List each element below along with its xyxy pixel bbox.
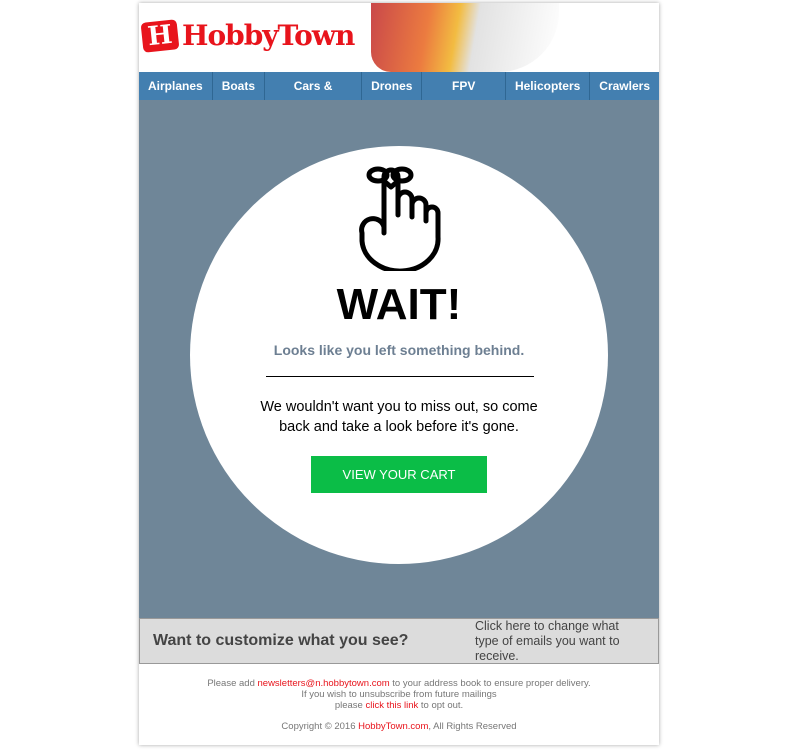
customize-link[interactable]: Click here to change what type of emails…: [475, 619, 645, 664]
category-nav: Airplanes Boats Cars & Trucks Drones FPV…: [139, 72, 659, 121]
rc-truck-image: [371, 3, 559, 72]
copyright-text: , All Rights Reserved: [428, 721, 517, 732]
customize-question: Want to customize what you see?: [153, 632, 409, 649]
nav-helicopters[interactable]: Helicopters: [506, 72, 591, 100]
nav-airplanes[interactable]: Airplanes: [139, 72, 213, 100]
finger-string-reminder-icon: [359, 166, 441, 271]
nav-boats[interactable]: Boats: [213, 72, 266, 100]
nav-cars-trucks[interactable]: Cars & Trucks: [265, 72, 363, 121]
body-line-1: We wouldn't want you to miss out, so com…: [260, 399, 538, 415]
footer-text: to your address book to ensure proper de…: [389, 678, 591, 689]
subtitle: Looks like you left something behind.: [273, 342, 525, 358]
email-link[interactable]: newsletters@n.hobbytown.com: [258, 678, 390, 689]
copyright-text: Copyright © 2016: [281, 721, 359, 732]
wait-heading: WAIT!: [336, 280, 462, 329]
view-cart-button[interactable]: VIEW YOUR CART: [311, 456, 487, 493]
body-text: We wouldn't want you to miss out, so com…: [139, 397, 659, 437]
hobbytown-link[interactable]: HobbyTown.com: [358, 721, 428, 732]
logo-mark: H: [140, 18, 180, 53]
nav-crawlers[interactable]: Crawlers: [590, 72, 659, 100]
opt-out-link[interactable]: click this link: [365, 700, 418, 711]
unsubscribe-text: If you wish to unsubscribe from future m…: [301, 689, 497, 700]
email: H HobbyTown Airplanes Boats Cars & Truck…: [139, 3, 659, 745]
nav-fpv-racing[interactable]: FPV Racing: [422, 72, 506, 121]
footer-text: Please add: [207, 678, 258, 689]
divider: [266, 376, 534, 377]
footer: Please add newsletters@n.hobbytown.com t…: [139, 664, 659, 732]
hobbytown-logo[interactable]: H HobbyTown: [140, 18, 355, 53]
nav-drones[interactable]: Drones: [362, 72, 423, 100]
footer-text: please: [334, 700, 366, 711]
customize-bar: Want to customize what you see? Click he…: [139, 618, 659, 664]
logo-text: HobbyTown: [182, 19, 355, 52]
footer-text: to opt out.: [418, 700, 464, 711]
header: H HobbyTown: [139, 3, 659, 72]
hero: WAIT! Looks like you left something behi…: [139, 100, 659, 618]
body-line-2: back and take a look before it's gone.: [279, 419, 519, 435]
